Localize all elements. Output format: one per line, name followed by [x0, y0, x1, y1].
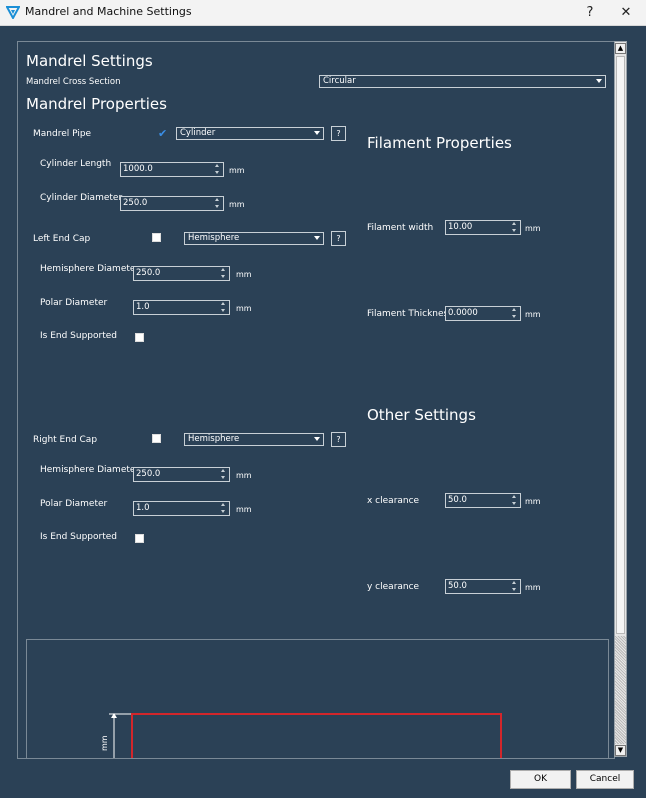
cylinder-length-label: Cylinder Length [40, 159, 112, 169]
filament-thickness-input[interactable]: 0.0000 [445, 306, 521, 321]
cylinder-diameter-label: Cylinder Diameter [40, 193, 123, 203]
y-clearance-label: y clearance [367, 582, 420, 592]
mandrel-settings-heading: Mandrel Settings [26, 52, 153, 70]
right-end-cap-checkbox[interactable] [152, 434, 161, 443]
mandrel-preview-drawing: mm [100, 713, 502, 758]
left-end-supported-checkbox[interactable] [135, 333, 144, 342]
cross-section-value: Circular [323, 76, 356, 86]
spin-arrows-icon[interactable] [220, 469, 227, 480]
right-polar-diameter-unit: mm [236, 505, 252, 514]
mandrel-outline [131, 713, 502, 758]
spin-arrows-icon[interactable] [511, 581, 518, 592]
filament-properties-heading: Filament Properties [367, 134, 512, 152]
close-button[interactable]: ✕ [612, 3, 640, 22]
dimension-label: mm [100, 735, 109, 751]
filament-width-input[interactable]: 10.00 [445, 220, 521, 235]
cylinder-diameter-value: 250.0 [123, 198, 148, 208]
left-hemisphere-diameter-input[interactable]: 250.0 [133, 266, 230, 281]
filament-thickness-value: 0.0000 [448, 308, 478, 318]
right-end-supported-checkbox[interactable] [135, 534, 144, 543]
y-clearance-value: 50.0 [448, 581, 467, 591]
right-end-cap-help-button[interactable]: ? [331, 432, 346, 447]
filament-width-value: 10.00 [448, 222, 473, 232]
spin-arrows-icon[interactable] [511, 308, 518, 319]
right-hemisphere-diameter-label: Hemisphere Diameter [40, 465, 140, 475]
scroll-up-arrow-icon[interactable]: ▲ [615, 43, 626, 54]
x-clearance-value: 50.0 [448, 495, 467, 505]
cross-section-label: Mandrel Cross Section [26, 77, 121, 87]
right-end-cap-type-value: Hemisphere [188, 434, 240, 444]
mandrel-preview: mm [26, 639, 609, 758]
left-end-cap-help-button[interactable]: ? [331, 231, 346, 246]
scroll-down-arrow-icon[interactable]: ▼ [615, 745, 626, 756]
mandrel-pipe-checkbox[interactable]: ✔ [158, 128, 167, 139]
x-clearance-input[interactable]: 50.0 [445, 493, 521, 508]
right-end-cap-type-dropdown[interactable]: Hemisphere [184, 433, 324, 446]
window-title: Mandrel and Machine Settings [25, 5, 192, 18]
spin-arrows-icon[interactable] [220, 302, 227, 313]
scrollbar-track[interactable] [615, 636, 626, 744]
left-end-cap-type-dropdown[interactable]: Hemisphere [184, 232, 324, 245]
left-polar-diameter-unit: mm [236, 304, 252, 313]
left-hemisphere-diameter-label: Hemisphere Diameter [40, 264, 140, 274]
app-logo-icon [6, 6, 20, 19]
chevron-down-icon [314, 236, 320, 240]
right-polar-diameter-label: Polar Diameter [40, 499, 108, 509]
cylinder-diameter-unit: mm [229, 200, 245, 209]
x-clearance-unit: mm [525, 497, 541, 506]
right-hemisphere-diameter-input[interactable]: 250.0 [133, 467, 230, 482]
spin-arrows-icon[interactable] [214, 198, 221, 209]
chevron-down-icon [596, 79, 602, 83]
x-clearance-label: x clearance [367, 496, 420, 506]
cylinder-diameter-input[interactable]: 250.0 [120, 196, 224, 211]
right-hemisphere-diameter-value: 250.0 [136, 469, 161, 479]
y-clearance-unit: mm [525, 583, 541, 592]
filament-width-unit: mm [525, 224, 541, 233]
window-titlebar: Mandrel and Machine Settings ? ✕ [0, 0, 646, 26]
chevron-down-icon [314, 131, 320, 135]
left-polar-diameter-label: Polar Diameter [40, 298, 108, 308]
left-hemisphere-diameter-unit: mm [236, 270, 252, 279]
left-end-cap-label: Left End Cap [33, 234, 91, 244]
ok-button[interactable]: OK [510, 770, 571, 789]
mandrel-pipe-type-value: Cylinder [180, 128, 216, 138]
vertical-scrollbar[interactable]: ▲ ▼ [614, 41, 627, 757]
cylinder-length-unit: mm [229, 166, 245, 175]
mandrel-pipe-label: Mandrel Pipe [33, 129, 92, 139]
mandrel-pipe-type-dropdown[interactable]: Cylinder [176, 127, 324, 140]
spin-arrows-icon[interactable] [220, 268, 227, 279]
filament-width-label: Filament width [367, 223, 434, 233]
filament-thickness-unit: mm [525, 310, 541, 319]
help-button[interactable]: ? [576, 3, 604, 22]
spin-arrows-icon[interactable] [220, 503, 227, 514]
cancel-button[interactable]: Cancel [576, 770, 634, 789]
cylinder-length-value: 1000.0 [123, 164, 153, 174]
right-polar-diameter-input[interactable]: 1.0 [133, 501, 230, 516]
left-end-cap-checkbox[interactable] [152, 233, 161, 242]
other-settings-heading: Other Settings [367, 406, 476, 424]
right-end-supported-label: Is End Supported [40, 532, 117, 542]
y-clearance-input[interactable]: 50.0 [445, 579, 521, 594]
left-hemisphere-diameter-value: 250.0 [136, 268, 161, 278]
left-end-cap-type-value: Hemisphere [188, 233, 240, 243]
mandrel-properties-heading: Mandrel Properties [26, 95, 167, 113]
left-polar-diameter-input[interactable]: 1.0 [133, 300, 230, 315]
right-polar-diameter-value: 1.0 [136, 503, 150, 513]
left-end-supported-label: Is End Supported [40, 331, 117, 341]
spin-arrows-icon[interactable] [214, 164, 221, 175]
cross-section-dropdown[interactable]: Circular [319, 75, 606, 88]
settings-scroll-area: Mandrel Settings Mandrel Cross Section C… [17, 41, 615, 759]
chevron-down-icon [314, 437, 320, 441]
cylinder-length-input[interactable]: 1000.0 [120, 162, 224, 177]
right-end-cap-label: Right End Cap [33, 435, 98, 445]
right-hemisphere-diameter-unit: mm [236, 471, 252, 480]
spin-arrows-icon[interactable] [511, 495, 518, 506]
spin-arrows-icon[interactable] [511, 222, 518, 233]
scrollbar-thumb[interactable] [616, 56, 625, 634]
mandrel-pipe-help-button[interactable]: ? [331, 126, 346, 141]
filament-thickness-label: Filament Thickness [367, 309, 453, 319]
left-polar-diameter-value: 1.0 [136, 302, 150, 312]
